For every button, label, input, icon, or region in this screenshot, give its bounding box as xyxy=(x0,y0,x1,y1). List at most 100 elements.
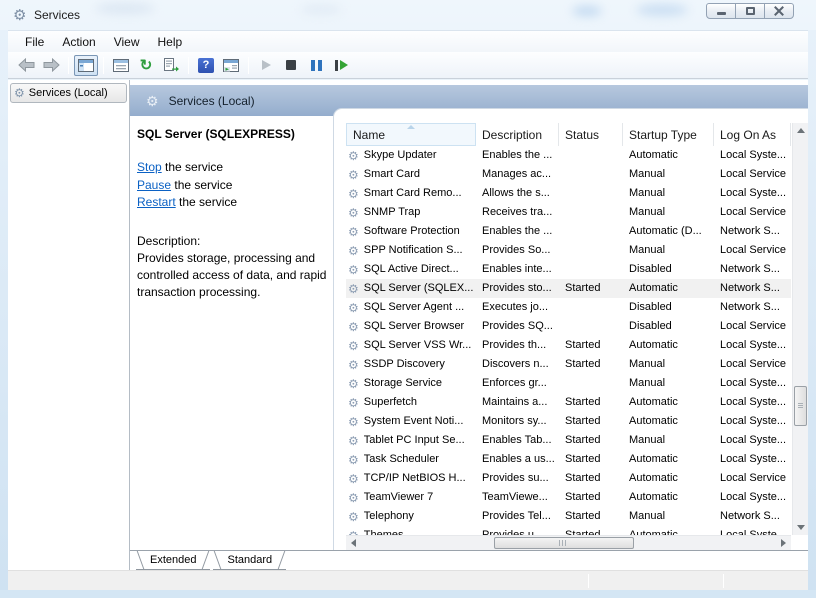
help-button[interactable]: ? xyxy=(194,55,218,76)
pause-service-button[interactable] xyxy=(304,55,328,76)
export-list-icon xyxy=(163,58,179,72)
pause-line-rest: the service xyxy=(171,178,232,192)
maximize-button[interactable] xyxy=(735,3,765,19)
service-description-cell: Provides th... xyxy=(476,336,559,355)
table-row[interactable]: ⚙Skype UpdaterEnables the ...AutomaticLo… xyxy=(346,146,791,165)
service-gear-icon: ⚙ xyxy=(348,511,359,523)
service-log-on-as-cell: Network S... xyxy=(714,507,791,526)
service-name-cell: ⚙SQL Server VSS Wr... xyxy=(346,336,476,355)
service-log-on-as-cell: Local Service xyxy=(714,203,791,222)
table-row[interactable]: ⚙Smart CardManages ac...ManualLocal Serv… xyxy=(346,165,791,184)
restart-service-line: Restart the service xyxy=(137,194,237,212)
close-button[interactable] xyxy=(764,3,794,19)
table-row[interactable]: ⚙TelephonyProvides Tel...StartedManualNe… xyxy=(346,507,791,526)
stop-service-button[interactable] xyxy=(279,55,303,76)
service-name-cell: ⚙Software Protection xyxy=(346,222,476,241)
tab-standard[interactable]: Standard xyxy=(213,551,286,570)
table-row[interactable]: ⚙Tablet PC Input Se...Enables Tab...Star… xyxy=(346,431,791,450)
restart-service-icon xyxy=(335,60,348,71)
service-startup-type-cell: Automatic xyxy=(623,336,714,355)
menu-file[interactable]: File xyxy=(16,32,53,52)
table-row[interactable]: ⚙TCP/IP NetBIOS H...Provides su...Starte… xyxy=(346,469,791,488)
restart-service-button[interactable] xyxy=(329,55,353,76)
table-row[interactable]: ⚙SQL Server Agent ...Executes jo...Disab… xyxy=(346,298,791,317)
service-status-cell: Started xyxy=(559,336,623,355)
extended-standard-view-button[interactable] xyxy=(219,55,243,76)
show-console-tree-button[interactable] xyxy=(74,55,98,76)
toolbar-separator xyxy=(68,57,69,74)
service-startup-type-cell: Manual xyxy=(623,355,714,374)
table-row[interactable]: ⚙SPP Notification S...Provides So...Manu… xyxy=(346,241,791,260)
tree-item-services-local[interactable]: ⚙ Services (Local) xyxy=(10,83,127,103)
stop-service-link[interactable]: Stop xyxy=(137,160,162,174)
pause-service-link[interactable]: Pause xyxy=(137,178,171,192)
service-log-on-as-cell: Network S... xyxy=(714,298,791,317)
service-startup-type-cell: Automatic xyxy=(623,146,714,165)
minimize-icon xyxy=(717,12,726,15)
service-startup-type-cell: Automatic xyxy=(623,412,714,431)
scroll-left-icon[interactable] xyxy=(351,539,356,547)
scroll-right-icon[interactable] xyxy=(781,539,786,547)
menu-view[interactable]: View xyxy=(105,32,149,52)
scroll-down-icon[interactable] xyxy=(797,525,805,530)
table-row[interactable]: ⚙SQL Server VSS Wr...Provides th...Start… xyxy=(346,336,791,355)
service-description-cell: Provides su... xyxy=(476,469,559,488)
properties-button[interactable] xyxy=(109,55,133,76)
table-row[interactable]: ⚙SQL Server BrowserProvides SQ...Disable… xyxy=(346,317,791,336)
service-gear-icon: ⚙ xyxy=(348,188,359,200)
export-list-button[interactable] xyxy=(159,55,183,76)
table-row[interactable]: ⚙SQL Active Direct...Enables inte...Disa… xyxy=(346,260,791,279)
column-header-description[interactable]: Description xyxy=(476,123,559,146)
table-row[interactable]: ⚙SNMP TrapReceives tra...ManualLocal Ser… xyxy=(346,203,791,222)
table-row[interactable]: ⚙SuperfetchMaintains a...StartedAutomati… xyxy=(346,393,791,412)
horizontal-scrollbar[interactable] xyxy=(346,535,791,550)
vertical-scrollbar-thumb[interactable] xyxy=(794,386,807,426)
service-description-cell: Provides SQ... xyxy=(476,317,559,336)
service-gear-icon: ⚙ xyxy=(348,226,359,238)
service-status-cell xyxy=(559,298,623,317)
column-header-startup-type[interactable]: Startup Type xyxy=(623,123,714,146)
back-button[interactable] xyxy=(14,55,38,76)
table-row[interactable]: ⚙TeamViewer 7TeamViewe...StartedAutomati… xyxy=(346,488,791,507)
table-row[interactable]: ⚙Task SchedulerEnables a us...StartedAut… xyxy=(346,450,791,469)
forward-button[interactable] xyxy=(39,55,63,76)
service-gear-icon: ⚙ xyxy=(348,378,359,390)
window-frame-right xyxy=(808,30,816,590)
window-title: Services xyxy=(34,8,80,22)
services-app-icon: ⚙ xyxy=(13,6,26,24)
table-row[interactable]: ⚙SSDP DiscoveryDiscovers n...StartedManu… xyxy=(346,355,791,374)
column-header-status[interactable]: Status xyxy=(559,123,623,146)
minimize-button[interactable] xyxy=(706,3,736,19)
tree-item-label: Services (Local) xyxy=(29,87,108,99)
table-row[interactable]: ⚙Software ProtectionEnables the ...Autom… xyxy=(346,222,791,241)
table-row[interactable]: ⚙SQL Server (SQLEX...Provides sto...Star… xyxy=(346,279,791,298)
refresh-button[interactable]: ↻ xyxy=(134,55,158,76)
service-log-on-as-cell: Local Syste... xyxy=(714,146,791,165)
menu-action[interactable]: Action xyxy=(53,32,104,52)
service-name-cell: ⚙Tablet PC Input Se... xyxy=(346,431,476,450)
service-name-cell: ⚙Themes xyxy=(346,526,476,535)
service-log-on-as-cell: Local Syste... xyxy=(714,431,791,450)
service-log-on-as-cell: Local Syste... xyxy=(714,526,791,535)
service-gear-icon: ⚙ xyxy=(348,359,359,371)
start-service-button[interactable] xyxy=(254,55,278,76)
column-header-name[interactable]: Name xyxy=(346,123,476,146)
title-bar[interactable]: ⚙ Services xyxy=(0,0,816,30)
table-row[interactable]: ⚙Smart Card Remo...Allows the s...Manual… xyxy=(346,184,791,203)
column-header-log-on-as[interactable]: Log On As xyxy=(714,123,791,146)
service-gear-icon: ⚙ xyxy=(348,207,359,219)
view-tabs: Extended Standard xyxy=(130,550,808,570)
tab-extended[interactable]: Extended xyxy=(136,551,210,570)
scroll-up-icon[interactable] xyxy=(797,128,805,133)
service-log-on-as-cell: Local Service xyxy=(714,355,791,374)
table-row[interactable]: ⚙System Event Noti...Monitors sy...Start… xyxy=(346,412,791,431)
horizontal-scrollbar-thumb[interactable] xyxy=(494,537,634,549)
table-row[interactable]: ⚙ThemesProvides u...StartedAutomaticLoca… xyxy=(346,526,791,535)
table-row[interactable]: ⚙Storage ServiceEnforces gr...ManualLoca… xyxy=(346,374,791,393)
panel-header-title: Services (Local) xyxy=(169,94,255,108)
services-gear-icon: ⚙ xyxy=(146,94,159,108)
menu-help[interactable]: Help xyxy=(149,32,192,52)
restart-service-link[interactable]: Restart xyxy=(137,195,176,209)
back-icon xyxy=(18,58,35,72)
vertical-scrollbar[interactable] xyxy=(792,123,808,535)
